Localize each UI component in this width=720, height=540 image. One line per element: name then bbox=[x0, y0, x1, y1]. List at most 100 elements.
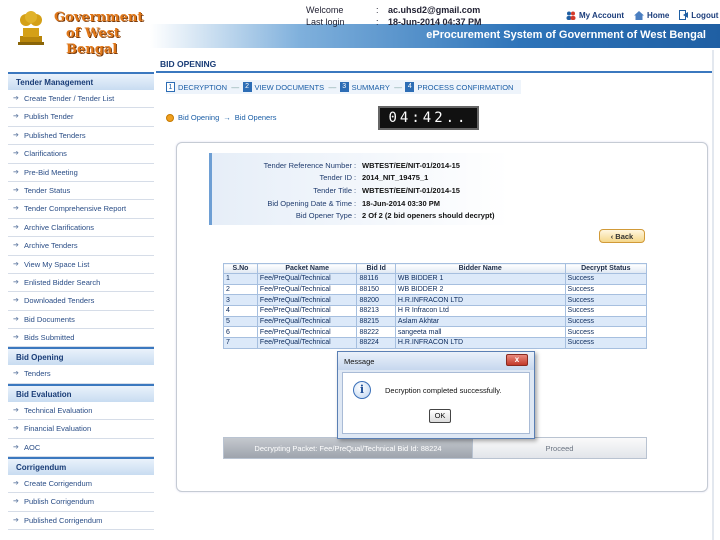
sidebar-item-financial-evaluation[interactable]: ➔ Financial Evaluation bbox=[8, 420, 154, 439]
table-cell-bidder-name: Aslam Akhtar bbox=[394, 315, 566, 328]
welcome-label: Welcome bbox=[306, 5, 344, 15]
sidebar-item-view-my-space-list[interactable]: ➔ View My Space List bbox=[8, 255, 154, 274]
sidebar-item-publish-tender[interactable]: ➔ Publish Tender bbox=[8, 108, 154, 127]
table-row[interactable]: 3 Fee/PreQual/Technical 88200 H.R.INFRACON … bbox=[223, 294, 648, 307]
sidebar-item-published-corrigendum[interactable]: ➔ Published Corrigendum bbox=[8, 511, 154, 531]
logout-label: Logout bbox=[691, 10, 719, 20]
sidebar-item-archive-tenders[interactable]: ➔ Archive Tenders bbox=[8, 237, 154, 256]
step-label: DECRYPTION bbox=[178, 82, 228, 92]
table-cell-s-no: 5 bbox=[223, 315, 258, 328]
sidebar-section-bid-opening: Bid Opening bbox=[8, 347, 154, 366]
step-summary[interactable]: 3 SUMMARY ----- bbox=[339, 82, 406, 92]
gov-line-2: of West Bengal bbox=[66, 26, 120, 57]
info-label: Bid Opening Date & Time bbox=[267, 198, 352, 208]
sidebar-item-label: Archive Tenders bbox=[24, 241, 78, 251]
sidebar-item-published-tenders[interactable]: ➔ Published Tenders bbox=[8, 126, 154, 146]
table-row[interactable]: 1 Fee/PreQual/Technical 88116 WB BIDDER 1 Su… bbox=[223, 273, 648, 285]
step-decryption[interactable]: 1 DECRYPTION ----- bbox=[166, 82, 243, 92]
sidebar-item-archive-clarifications[interactable]: ➔ Archive Clarifications bbox=[8, 218, 154, 238]
top-links: My Account Home Logout bbox=[566, 10, 718, 20]
sidebar-item-label: Tender Comprehensive Report bbox=[24, 204, 127, 214]
column-header-decrypt-status: Decrypt Status bbox=[564, 263, 648, 274]
app-title: eProcurement System of Government of Wes… bbox=[426, 29, 706, 41]
table-row[interactable]: 7 Fee/PreQual/Technical 88224 H.R.INFRACON … bbox=[223, 337, 648, 349]
dialog-body: i Decryption completed successfully. OK bbox=[342, 372, 530, 434]
sidebar-item-clarifications[interactable]: ➔ Clarifications bbox=[8, 145, 154, 164]
step-number: 1 bbox=[166, 82, 175, 92]
table-row[interactable]: 4 Fee/PreQual/Technical 88213 H R Infracon … bbox=[223, 305, 648, 317]
breadcrumb-bid-openers: Bid Openers bbox=[234, 113, 277, 122]
step-process-confirmation[interactable]: 4 PROCESS CONFIRMATION bbox=[405, 82, 513, 92]
sidebar-item-tender-status[interactable]: ➔ Tender Status bbox=[8, 181, 154, 201]
users-icon bbox=[566, 11, 576, 20]
sidebar-section-corrigendum: Corrigendum bbox=[8, 457, 154, 476]
logout-link[interactable]: Logout bbox=[679, 10, 718, 20]
sidebar-item-label: Published Corrigendum bbox=[24, 515, 103, 525]
step-label: SUMMARY bbox=[351, 82, 390, 92]
sidebar-item-label: Tender Status bbox=[24, 185, 71, 195]
column-header-bidder-name: Bidder Name bbox=[394, 263, 566, 274]
dialog-message: Decryption completed successfully. bbox=[385, 386, 502, 395]
info-label: Tender Title bbox=[313, 185, 352, 195]
sidebar-item-create-corrigendum[interactable]: ➔ Create Corrigendum bbox=[8, 475, 154, 494]
arrow-right-icon: ➔ bbox=[13, 406, 19, 414]
ok-button[interactable]: OK bbox=[429, 409, 451, 423]
government-title: Government of West Bengal bbox=[54, 10, 156, 58]
table-cell-packet-name: Fee/PreQual/Technical bbox=[256, 305, 358, 317]
info-icon: i bbox=[353, 381, 371, 399]
arrow-right-icon: ➔ bbox=[13, 260, 19, 268]
table-row[interactable]: 5 Fee/PreQual/Technical 88215 Aslam Akhtar S… bbox=[223, 315, 648, 328]
info-label: Tender ID bbox=[319, 173, 352, 183]
table-cell-decrypt-status: Success bbox=[564, 294, 648, 307]
sidebar-item-create-tender-tender-list[interactable]: ➔ Create Tender / Tender List bbox=[8, 90, 154, 109]
arrow-right-icon: ➔ bbox=[13, 516, 19, 524]
close-icon[interactable]: x bbox=[506, 354, 528, 366]
welcome-sep: : bbox=[376, 5, 379, 15]
breadcrumb-bid-opening[interactable]: Bid Opening bbox=[178, 113, 219, 122]
arrow-right-icon: ➔ bbox=[13, 498, 19, 506]
table-cell-s-no: 6 bbox=[223, 326, 258, 339]
table-row[interactable]: 2 Fee/PreQual/Technical 88150 WB BIDDER 2 Su… bbox=[223, 283, 648, 296]
home-link[interactable]: Home bbox=[634, 10, 669, 20]
table-cell-bidder-name: WB BIDDER 2 bbox=[394, 283, 566, 296]
sidebar-item-publish-corrigendum[interactable]: ➔ Publish Corrigendum bbox=[8, 493, 154, 512]
arrow-right-icon: ➔ bbox=[13, 425, 19, 433]
sidebar-item-pre-bid-meeting[interactable]: ➔ Pre-Bid Meeting bbox=[8, 163, 154, 182]
sidebar-item-tender-comprehensive-report[interactable]: ➔ Tender Comprehensive Report bbox=[8, 200, 154, 219]
info-separator: : bbox=[354, 173, 357, 183]
table-cell-bidder-name: H R Infracon Ltd bbox=[394, 305, 566, 317]
arrow-right-icon: ➔ bbox=[13, 242, 19, 250]
sidebar-item-enlisted-bidder-search[interactable]: ➔ Enlisted Bidder Search bbox=[8, 273, 154, 293]
table-cell-s-no: 1 bbox=[223, 273, 258, 285]
scrollbar-track[interactable] bbox=[712, 50, 714, 540]
last-login-value: 18-Jun-2014 04:37 PM bbox=[388, 17, 482, 27]
info-value: 2014_NIT_19475_1 bbox=[362, 173, 429, 183]
back-button[interactable]: ‹ Back bbox=[599, 229, 645, 243]
step-label: PROCESS CONFIRMATION bbox=[417, 82, 514, 92]
sidebar-item-aoc[interactable]: ➔ AOC bbox=[8, 438, 154, 458]
sidebar-item-technical-evaluation[interactable]: ➔ Technical Evaluation bbox=[8, 401, 154, 421]
sidebar-item-downloaded-tenders[interactable]: ➔ Downloaded Tenders bbox=[8, 292, 154, 311]
sidebar-item-label: Financial Evaluation bbox=[24, 424, 92, 434]
government-logo[interactable]: Government of West Bengal bbox=[6, 2, 156, 57]
step-number: 4 bbox=[405, 82, 415, 92]
table-cell-s-no: 3 bbox=[223, 294, 258, 307]
my-account-link[interactable]: My Account bbox=[566, 11, 624, 20]
table-cell-packet-name: Fee/PreQual/Technical bbox=[256, 315, 358, 328]
sidebar-item-bid-documents[interactable]: ➔ Bid Documents bbox=[8, 310, 154, 330]
arrow-right-icon: ➔ bbox=[13, 131, 19, 139]
table-cell-bid-id: 88116 bbox=[356, 273, 396, 285]
sidebar-item-label: Published Tenders bbox=[24, 130, 86, 140]
step-view-documents[interactable]: 2 VIEW DOCUMENTS ----- bbox=[242, 82, 340, 92]
proceed-button[interactable]: Proceed bbox=[472, 438, 646, 458]
info-value: WBTEST/EE/NIT-01/2014-15 bbox=[362, 185, 460, 195]
table-row[interactable]: 6 Fee/PreQual/Technical 88222 sangeeta mall… bbox=[223, 326, 648, 339]
message-dialog: Message x i Decryption completed success… bbox=[337, 351, 535, 439]
arrow-right-icon: ➔ bbox=[13, 334, 19, 342]
table-cell-s-no: 4 bbox=[223, 305, 258, 317]
sidebar-item-bids-submitted[interactable]: ➔ Bids Submitted bbox=[8, 329, 154, 348]
sidebar-item-tenders[interactable]: ➔ Tenders bbox=[8, 365, 154, 384]
sidebar-section-tender-management: Tender Management bbox=[8, 72, 154, 90]
dialog-titlebar[interactable]: Message x bbox=[338, 352, 534, 370]
info-label: Bid Opener Type bbox=[295, 211, 352, 221]
